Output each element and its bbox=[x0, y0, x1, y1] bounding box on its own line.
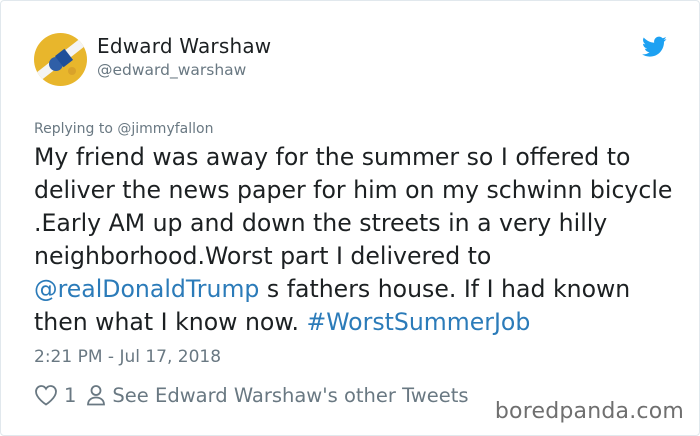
replying-to-handle[interactable]: @jimmyfallon bbox=[117, 121, 213, 137]
watermark: boredpanda.com bbox=[494, 399, 684, 424]
tweet-timestamp[interactable]: 2:21 PM - Jul 17, 2018 bbox=[34, 346, 221, 368]
mention-link[interactable]: @realDonaldTrump bbox=[34, 275, 259, 303]
replying-to: Replying to @jimmyfallon bbox=[34, 120, 213, 138]
like-count[interactable]: 1 bbox=[64, 384, 76, 407]
author-name[interactable]: Edward Warshaw bbox=[97, 34, 271, 58]
author-handle[interactable]: @edward_warshaw bbox=[97, 60, 246, 80]
hashtag-link[interactable]: #WorstSummerJob bbox=[306, 308, 530, 336]
replying-to-label: Replying to bbox=[34, 121, 118, 137]
heart-icon[interactable] bbox=[34, 384, 58, 406]
person-icon bbox=[87, 385, 106, 406]
tweet-card: Edward Warshaw @edward_warshaw Replying … bbox=[0, 0, 700, 436]
tweet-text: My friend was away for the summer so I o… bbox=[34, 141, 674, 339]
see-other-tweets-link[interactable]: See Edward Warshaw's other Tweets bbox=[112, 384, 468, 407]
avatar[interactable] bbox=[34, 33, 87, 86]
tweet-actions: 1 See Edward Warshaw's other Tweets bbox=[34, 381, 469, 409]
twitter-bird-icon[interactable] bbox=[642, 36, 667, 58]
tweet-text-part-1: My friend was away for the summer so I o… bbox=[34, 143, 673, 270]
